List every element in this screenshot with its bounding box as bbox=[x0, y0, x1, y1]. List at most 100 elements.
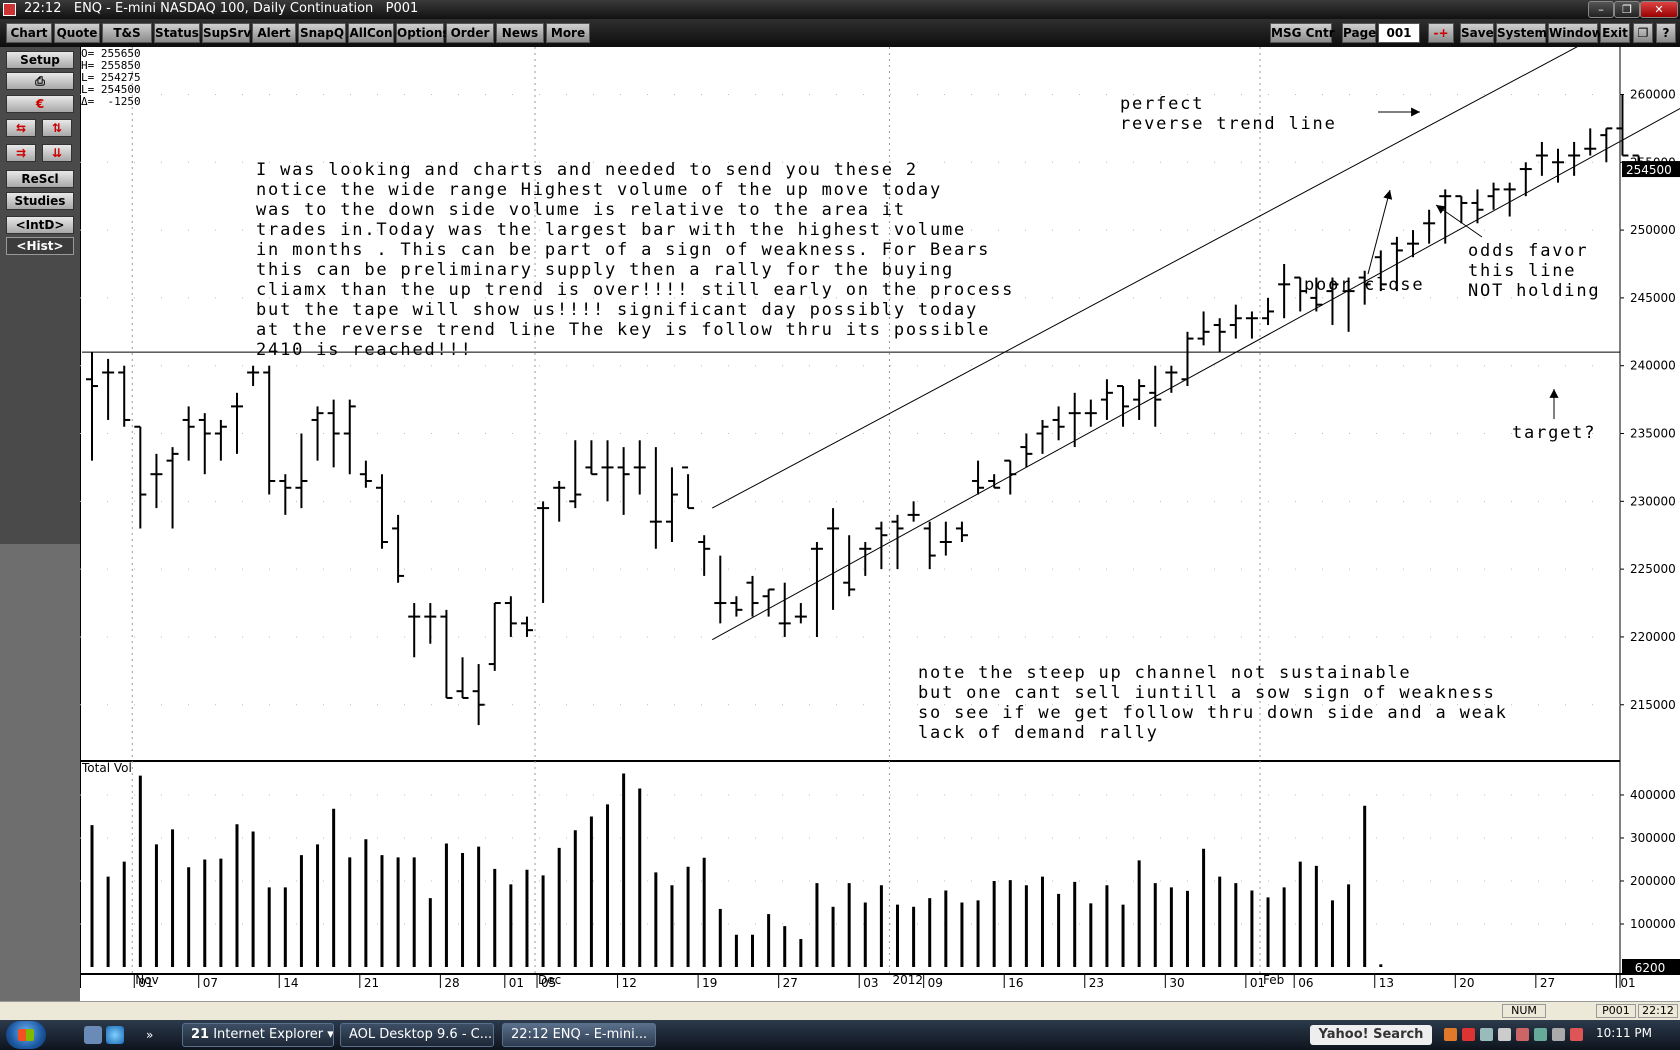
print-icon[interactable]: ⎙ bbox=[6, 72, 74, 90]
day-tick-label: 30 bbox=[1169, 976, 1184, 988]
annotation-poor-close[interactable]: poor close bbox=[1304, 275, 1424, 295]
status-bar: NUM P001 22:12 bbox=[0, 1001, 1680, 1021]
annotation-odds-favor[interactable]: odds favor this line NOT holding bbox=[1468, 241, 1600, 301]
annotation-main-note[interactable]: I was looking and charts and needed to s… bbox=[256, 160, 1014, 360]
arrow-target-head bbox=[1549, 389, 1559, 398]
toolbar-window-button[interactable]: Window bbox=[1548, 23, 1603, 43]
day-tick-label: 13 bbox=[1379, 976, 1394, 988]
close-button[interactable]: ✕ bbox=[1640, 1, 1678, 18]
yahoo-search-box[interactable]: Yahoo! Search bbox=[1310, 1025, 1432, 1045]
msg-center-button[interactable]: MSG Cntr bbox=[1270, 23, 1335, 43]
month-label: 2012 bbox=[892, 973, 923, 987]
tray-icon-1[interactable] bbox=[1444, 1028, 1457, 1041]
day-tick-label: 01 bbox=[509, 976, 524, 988]
float-window-icon[interactable]: ❐ bbox=[1633, 23, 1653, 43]
volume-tick-label: 300000 bbox=[1630, 831, 1676, 845]
windows-taskbar: » 21 Internet Explorer ▾ AOL Desktop 9.6… bbox=[0, 1020, 1680, 1050]
toolbar-snapq-button[interactable]: SnapQ bbox=[298, 23, 346, 43]
toolbar-chart-button[interactable]: Chart bbox=[6, 23, 52, 43]
toolbar-alert-button[interactable]: Alert bbox=[252, 23, 296, 43]
show-desktop-icon[interactable] bbox=[84, 1026, 102, 1044]
price-tick-label: 245000 bbox=[1630, 291, 1676, 305]
start-button[interactable] bbox=[6, 1021, 46, 1049]
intraday-button[interactable]: <IntD> bbox=[6, 216, 74, 234]
day-tick-label: 05 bbox=[541, 976, 556, 988]
toolbar-more-button[interactable]: More bbox=[546, 23, 590, 43]
day-tick-label: 27 bbox=[1540, 976, 1555, 988]
price-tick-label: 225000 bbox=[1630, 562, 1676, 576]
toolbar-allcon-button[interactable]: AllCon bbox=[348, 23, 394, 43]
quicklaunch-more-icon[interactable]: » bbox=[146, 1026, 156, 1044]
swap-horizontal-icon[interactable]: ⇆ bbox=[6, 119, 36, 137]
day-tick-label: 28 bbox=[444, 976, 459, 988]
month-label: Feb bbox=[1263, 973, 1284, 987]
tray-icon-2[interactable] bbox=[1462, 1028, 1475, 1041]
toolbar-exit-button[interactable]: Exit bbox=[1600, 23, 1630, 43]
toolbar-supsrv-button[interactable]: SupSrv bbox=[202, 23, 251, 43]
price-tick-label: 220000 bbox=[1630, 630, 1676, 644]
tray-icon-3[interactable] bbox=[1480, 1028, 1493, 1041]
restore-button[interactable]: ❐ bbox=[1614, 1, 1640, 18]
toolbar-news-button[interactable]: News bbox=[496, 23, 544, 43]
swap-vertical-icon[interactable]: ⇅ bbox=[42, 119, 72, 137]
sidebar-lower-area bbox=[0, 544, 80, 1024]
taskbar-clock[interactable]: 10:11 PM bbox=[1596, 1026, 1652, 1040]
app-icon bbox=[3, 3, 16, 16]
day-tick-label: 16 bbox=[1008, 976, 1023, 988]
day-tick-label: 20 bbox=[1459, 976, 1474, 988]
toolbar-options-button[interactable]: Options bbox=[396, 23, 450, 43]
ie-quicklaunch-icon[interactable] bbox=[106, 1026, 124, 1044]
toolbar-status-button[interactable]: Status bbox=[154, 23, 200, 43]
last-price-label: 254500 bbox=[1626, 163, 1672, 177]
history-button[interactable]: <Hist> bbox=[6, 237, 74, 255]
scroll-down-icon[interactable]: ⇊ bbox=[42, 144, 72, 162]
chart-area[interactable]: NovDec2012FebMar260000255000250000245000… bbox=[80, 47, 1680, 988]
window-title-bar[interactable]: 22:12 ENQ - E-mini NASDAQ 100, Daily Con… bbox=[0, 0, 1680, 19]
tray-icon-5[interactable] bbox=[1516, 1028, 1529, 1041]
day-tick-label: 06 bbox=[1298, 976, 1313, 988]
volume-tick-label: 100000 bbox=[1630, 917, 1676, 931]
page-input[interactable]: 001 bbox=[1378, 23, 1420, 43]
taskbar-enq-chart[interactable]: 22:12 ENQ - E-mini... bbox=[502, 1023, 656, 1047]
rescale-button[interactable]: ReScl bbox=[6, 170, 74, 188]
day-tick-label: 21 bbox=[364, 976, 379, 988]
day-tick-label: 19 bbox=[702, 976, 717, 988]
day-tick-label: 14 bbox=[283, 976, 298, 988]
tray-icon-8[interactable] bbox=[1570, 1028, 1583, 1041]
status-time: 22:12 bbox=[1638, 1004, 1678, 1018]
price-tick-label: 230000 bbox=[1630, 494, 1676, 508]
page-step-button[interactable]: -+ bbox=[1428, 23, 1454, 43]
day-tick-label: 07 bbox=[203, 976, 218, 988]
e-icon[interactable]: € bbox=[6, 95, 74, 113]
studies-button[interactable]: Studies bbox=[6, 192, 74, 210]
toolbar-ts-button[interactable]: T&S bbox=[102, 23, 152, 43]
price-tick-label: 235000 bbox=[1630, 427, 1676, 441]
price-tick-label: 250000 bbox=[1630, 223, 1676, 237]
tray-icon-7[interactable] bbox=[1552, 1028, 1565, 1041]
arrow-perfect-head bbox=[1411, 107, 1420, 117]
price-tick-label: 240000 bbox=[1630, 359, 1676, 373]
annotation-channel-note[interactable]: note the steep up channel not sustainabl… bbox=[918, 663, 1508, 743]
window-title: 22:12 ENQ - E-mini NASDAQ 100, Daily Con… bbox=[24, 1, 419, 16]
taskbar-aol-desktop[interactable]: AOL Desktop 9.6 - C... bbox=[340, 1023, 494, 1047]
day-tick-label: 09 bbox=[928, 976, 943, 988]
scroll-right-icon[interactable]: ⇉ bbox=[6, 144, 36, 162]
left-sidebar: Setup ⎙ € ⇆ ⇅ ⇉ ⇊ ReScl Studies <IntD> <… bbox=[0, 47, 80, 1024]
taskbar-internet-explorer[interactable]: 21 Internet Explorer ▾ bbox=[182, 1023, 334, 1047]
price-tick-label: 215000 bbox=[1630, 698, 1676, 712]
day-tick-label: 27 bbox=[783, 976, 798, 988]
day-tick-label: 01 bbox=[1620, 976, 1635, 988]
annotation-perfect-trend-line[interactable]: perfect reverse trend line bbox=[1120, 94, 1337, 134]
toolbar-order-button[interactable]: Order bbox=[446, 23, 494, 43]
toolbar-save-button[interactable]: Save bbox=[1460, 23, 1494, 43]
annotation-target[interactable]: target? bbox=[1512, 423, 1596, 443]
toolbar-system-button[interactable]: System bbox=[1496, 23, 1547, 43]
tray-icon-4[interactable] bbox=[1498, 1028, 1511, 1041]
help-icon[interactable]: ? bbox=[1656, 23, 1676, 43]
minimize-button[interactable]: – bbox=[1588, 1, 1614, 18]
tray-icon-6[interactable] bbox=[1534, 1028, 1547, 1041]
volume-tick-label: 400000 bbox=[1630, 788, 1676, 802]
setup-button[interactable]: Setup bbox=[6, 51, 74, 69]
toolbar-quote-button[interactable]: Quote bbox=[54, 23, 100, 43]
num-lock-indicator: NUM bbox=[1502, 1004, 1546, 1018]
